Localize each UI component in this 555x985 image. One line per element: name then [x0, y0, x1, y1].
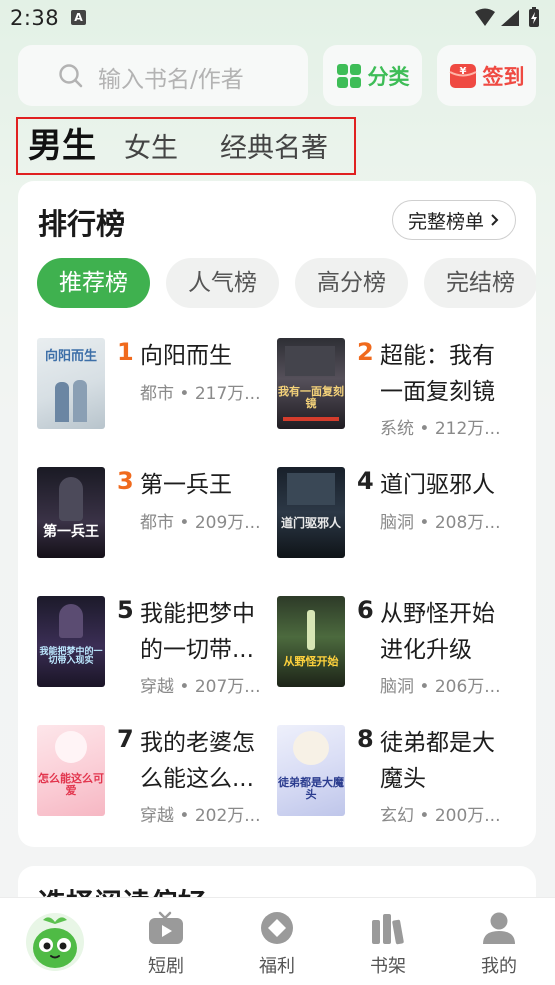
- mascot-icon: [26, 913, 84, 971]
- nav-label: 福利: [259, 956, 295, 977]
- book-rank: 8: [357, 725, 374, 753]
- nav-short-drama[interactable]: 短剧: [126, 898, 206, 985]
- ranking-card: 排行榜 完整榜单 推荐榜 人气榜 高分榜 完结榜 向阳而生 1 向阳而生 都市 …: [18, 181, 536, 847]
- book-title: 道门驱邪人: [380, 472, 495, 498]
- nav-label: 我的: [481, 956, 517, 977]
- book-meta: 玄幻 • 200万...: [380, 806, 501, 826]
- book-title: 超能：我有一面复刻镜: [380, 343, 495, 405]
- book-rank: 1: [117, 338, 134, 366]
- tv-icon: [149, 911, 183, 944]
- book-item[interactable]: 第一兵王 3 第一兵王 都市 • 209万...: [37, 467, 277, 577]
- diamond-icon: [261, 912, 293, 944]
- signin-label: 签到: [482, 64, 525, 89]
- tab-popular[interactable]: 人气榜: [166, 258, 279, 308]
- nav-label: 短剧: [148, 956, 184, 977]
- tab-recommend[interactable]: 推荐榜: [37, 258, 150, 308]
- book-cover: 我能把梦中的一切带入现实: [37, 596, 105, 687]
- gender-tabs: 男生 女生 经典名著: [16, 117, 356, 175]
- search-icon: [59, 64, 83, 88]
- book-rank: 4: [357, 467, 374, 495]
- book-title: 我的老婆怎么能这么...: [140, 730, 255, 792]
- cover-title: 我有一面复刻镜: [278, 385, 344, 410]
- ranking-title: 排行榜: [38, 207, 126, 241]
- book-rank: 6: [357, 596, 374, 624]
- cover-title: 第一兵王: [43, 524, 99, 540]
- status-bar: 2:38 A: [0, 0, 555, 36]
- book-item[interactable]: 徒弟都是大魔头 8 徒弟都是大魔头 玄幻 • 200万...: [277, 725, 517, 835]
- book-rank: 3: [117, 467, 134, 495]
- nav-home[interactable]: [15, 898, 95, 985]
- bookshelf-icon: [372, 914, 404, 945]
- nav-profile[interactable]: 我的: [459, 898, 539, 985]
- tab-classics[interactable]: 经典名著: [220, 122, 328, 176]
- book-rank: 5: [117, 596, 134, 624]
- book-meta: 系统 • 212万...: [380, 419, 501, 439]
- book-item[interactable]: 向阳而生 1 向阳而生 都市 • 217万...: [37, 338, 277, 448]
- book-title: 我能把梦中的一切带...: [140, 601, 255, 663]
- cover-title: 怎么能这么可爱: [38, 772, 104, 797]
- search-placeholder: 输入书名/作者: [98, 67, 244, 93]
- cover-title: 徒弟都是大魔头: [278, 776, 344, 801]
- book-meta: 脑洞 • 206万...: [380, 677, 501, 697]
- person-icon: [483, 912, 515, 944]
- book-cover: 徒弟都是大魔头: [277, 725, 345, 816]
- book-title: 向阳而生: [140, 343, 232, 369]
- status-icons: [473, 6, 545, 34]
- nav-label: 书架: [370, 956, 406, 977]
- book-title: 徒弟都是大魔头: [380, 730, 495, 792]
- book-meta: 脑洞 • 208万...: [380, 513, 501, 533]
- book-cover: 我有一面复刻镜: [277, 338, 345, 429]
- tab-high-score[interactable]: 高分榜: [295, 258, 408, 308]
- book-item[interactable]: 从野怪开始 6 从野怪开始进化升级 脑洞 • 206万...: [277, 596, 517, 706]
- book-title: 从野怪开始进化升级: [380, 601, 495, 663]
- book-cover: 第一兵王: [37, 467, 105, 558]
- book-title: 第一兵王: [140, 472, 232, 498]
- notification-a-icon: A: [71, 10, 86, 25]
- category-button[interactable]: 分类: [323, 45, 422, 106]
- cover-title: 道门驱邪人: [280, 516, 341, 530]
- rank-tabs: 推荐榜 人气榜 高分榜 完结榜: [37, 258, 536, 308]
- nav-welfare[interactable]: 福利: [237, 898, 317, 985]
- book-item[interactable]: 怎么能这么可爱 7 我的老婆怎么能这么... 穿越 • 202万...: [37, 725, 277, 835]
- tab-completed[interactable]: 完结榜: [424, 258, 536, 308]
- search-input[interactable]: 输入书名/作者: [18, 45, 308, 106]
- full-list-button[interactable]: 完整榜单: [392, 200, 516, 240]
- cover-title: 从野怪开始: [283, 655, 339, 668]
- book-meta: 穿越 • 202万...: [140, 806, 261, 826]
- book-rank: 2: [357, 338, 374, 366]
- svg-text:¥: ¥: [459, 66, 466, 77]
- grid-icon: [336, 63, 361, 88]
- book-item[interactable]: 道门驱邪人 4 道门驱邪人 脑洞 • 208万...: [277, 467, 517, 577]
- book-meta: 穿越 • 207万...: [140, 677, 261, 697]
- book-cover: 向阳而生: [37, 338, 105, 429]
- book-cover: 从野怪开始: [277, 596, 345, 687]
- cover-title: 向阳而生: [44, 349, 97, 364]
- red-envelope-icon: ¥: [449, 63, 476, 88]
- book-meta: 都市 • 209万...: [140, 513, 261, 533]
- signin-button[interactable]: ¥ 签到: [437, 45, 536, 106]
- signal-battery-icon: [475, 7, 539, 27]
- book-item[interactable]: 我有一面复刻镜 2 超能：我有一面复刻镜 系统 • 212万...: [277, 338, 517, 448]
- book-rank: 7: [117, 725, 134, 753]
- tab-male[interactable]: 男生: [28, 119, 96, 173]
- cover-title: 我能把梦中的一切带入现实: [39, 647, 103, 667]
- chevron-right-icon: [491, 214, 499, 226]
- book-meta: 都市 • 217万...: [140, 384, 261, 404]
- full-list-label: 完整榜单: [407, 210, 484, 233]
- book-cover: 道门驱邪人: [277, 467, 345, 558]
- bottom-nav: 短剧 福利 书架 我的: [0, 897, 555, 985]
- book-item[interactable]: 我能把梦中的一切带入现实 5 我能把梦中的一切带... 穿越 • 207万...: [37, 596, 277, 706]
- status-time: 2:38: [10, 6, 60, 30]
- book-cover: 怎么能这么可爱: [37, 725, 105, 816]
- nav-bookshelf[interactable]: 书架: [348, 898, 428, 985]
- category-label: 分类: [367, 64, 410, 89]
- tab-female[interactable]: 女生: [124, 122, 178, 176]
